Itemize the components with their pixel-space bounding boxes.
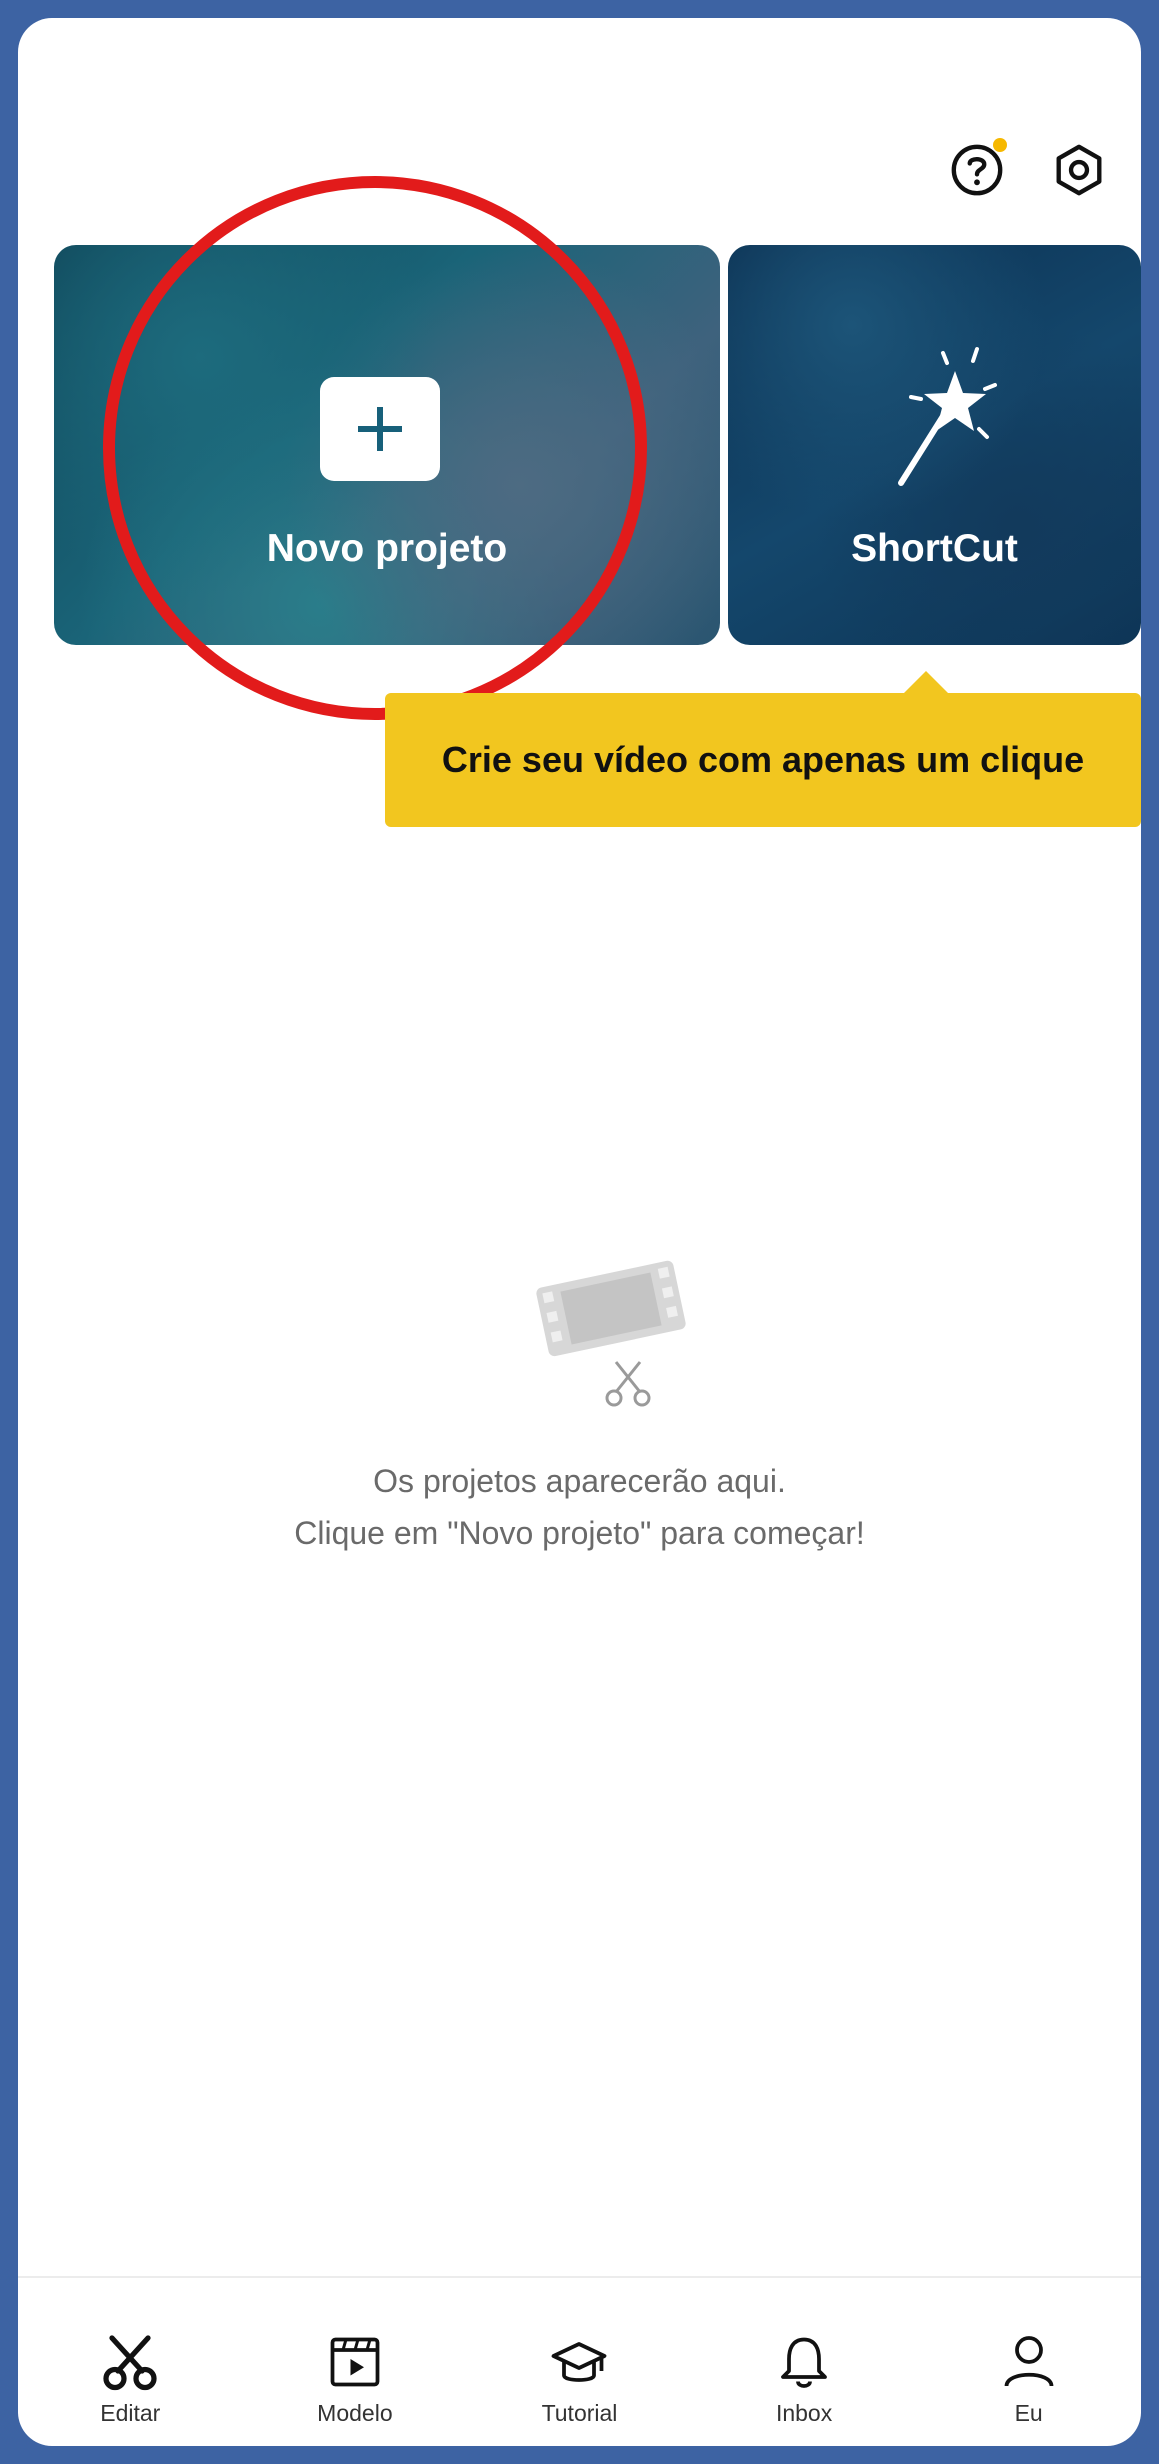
bottom-nav: Editar Modelo Tutorial Inbox Eu	[18, 2286, 1141, 2446]
nav-divider	[18, 2276, 1141, 2278]
shortcut-label: ShortCut	[851, 527, 1018, 570]
notification-dot	[993, 138, 1007, 152]
new-project-label: Novo projeto	[266, 527, 508, 570]
nav-label-inbox: Inbox	[775, 2400, 833, 2426]
nav-item-eu[interactable]: Eu	[949, 2286, 1109, 2446]
nav-label-tutorial: Tutorial	[541, 2400, 618, 2426]
help-button[interactable]	[945, 138, 1009, 202]
magic-wand-icon	[898, 347, 997, 486]
bell-icon	[781, 2337, 827, 2388]
settings-button[interactable]	[1047, 138, 1111, 202]
top-toolbar	[945, 138, 1111, 202]
empty-state-message: Os projetos aparecerão aqui. Clique em "…	[18, 1455, 1141, 1559]
app-screen: Novo projeto ShortCut Crie seu vídeo com…	[18, 18, 1141, 2446]
nav-label-editar: Editar	[100, 2400, 161, 2426]
empty-state-line-2: Clique em "Novo projeto" para começar!	[294, 1515, 865, 1551]
shortcut-tooltip[interactable]: Crie seu vídeo com apenas um clique	[385, 693, 1141, 827]
nav-item-modelo[interactable]: Modelo	[275, 2286, 435, 2446]
nav-item-inbox[interactable]: Inbox	[724, 2286, 884, 2446]
empty-state-line-1: Os projetos aparecerão aqui.	[373, 1463, 786, 1499]
shortcut-card[interactable]: ShortCut	[728, 245, 1141, 645]
nav-label-eu: Eu	[1014, 2400, 1043, 2426]
nav-label-modelo: Modelo	[317, 2400, 393, 2426]
empty-film-scissors-icon	[536, 1260, 686, 1407]
hexagon-gear-icon	[1056, 144, 1102, 196]
plus-icon	[320, 377, 440, 481]
clapperboard-icon	[330, 2337, 380, 2387]
new-project-card[interactable]: Novo projeto	[54, 245, 720, 645]
tooltip-arrow	[904, 671, 948, 693]
scissors-icon	[103, 2335, 157, 2391]
graduation-cap-icon	[552, 2342, 607, 2382]
nav-item-editar[interactable]: Editar	[50, 2286, 210, 2446]
nav-item-tutorial[interactable]: Tutorial	[499, 2286, 659, 2446]
user-icon	[1004, 2336, 1054, 2387]
